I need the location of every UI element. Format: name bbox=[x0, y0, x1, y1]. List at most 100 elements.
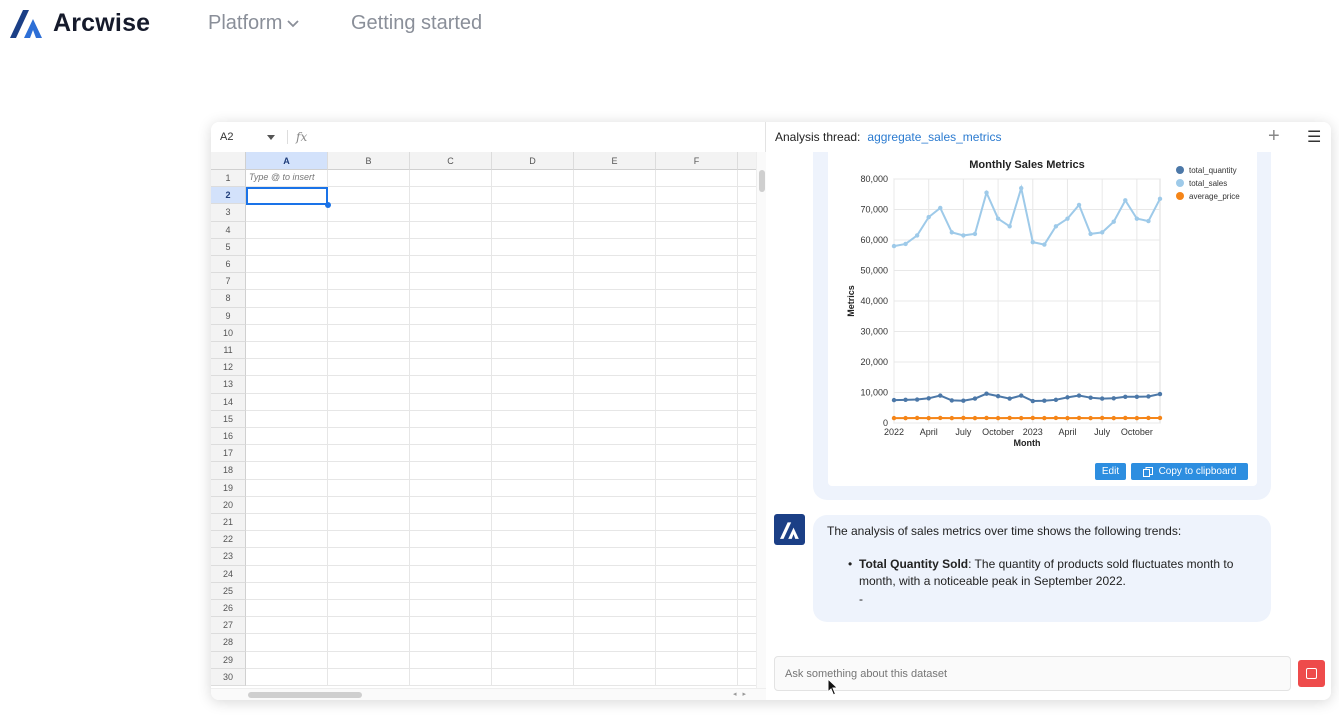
hamburger-menu-icon[interactable]: ☰ bbox=[1307, 127, 1321, 147]
thread-name-link[interactable]: aggregate_sales_metrics bbox=[867, 130, 1001, 144]
data-point-total-quantity bbox=[961, 398, 966, 403]
row-header-28[interactable]: 28 bbox=[211, 634, 246, 652]
cell-reference-value: A2 bbox=[220, 131, 234, 143]
top-nav: Arcwise Platform Getting started bbox=[0, 0, 1339, 50]
chevron-down-icon bbox=[287, 19, 300, 27]
chart-message-card: 0 10,000 20,000 30,000 40,000 50,000 60,000 70,… bbox=[813, 148, 1271, 500]
data-point-average-price bbox=[961, 415, 966, 421]
row-header-2[interactable]: 2 bbox=[211, 187, 246, 205]
row-header-13[interactable]: 13 bbox=[211, 376, 246, 394]
copy-to-clipboard-button[interactable]: Copy to clipboard bbox=[1131, 463, 1248, 480]
data-point-average-price bbox=[1123, 415, 1128, 421]
column-header-b[interactable]: B bbox=[328, 152, 410, 170]
select-all-corner[interactable] bbox=[211, 152, 246, 170]
selected-cell-a2[interactable] bbox=[246, 187, 328, 205]
row-header-30[interactable]: 30 bbox=[211, 668, 246, 686]
data-point-total-quantity bbox=[1134, 394, 1140, 399]
brand-name: Arcwise bbox=[53, 8, 151, 37]
row-header-9[interactable]: 9 bbox=[211, 307, 246, 325]
row-gridline bbox=[246, 427, 756, 428]
column-gridline bbox=[491, 170, 492, 686]
vertical-scrollbar-thumb[interactable] bbox=[759, 170, 765, 192]
data-point-total-sales bbox=[1019, 185, 1024, 191]
row-header-1[interactable]: 1 bbox=[211, 170, 246, 188]
row-header-12[interactable]: 12 bbox=[211, 359, 246, 377]
row-gridline bbox=[246, 667, 756, 669]
row-header-18[interactable]: 18 bbox=[211, 462, 246, 480]
row-header-16[interactable]: 16 bbox=[211, 428, 246, 446]
data-point-total-quantity bbox=[1007, 396, 1012, 401]
y-tick-label: 20,000 bbox=[860, 357, 888, 367]
brand-logo[interactable]: Arcwise bbox=[10, 8, 150, 38]
row-header-3[interactable]: 3 bbox=[211, 204, 246, 222]
y-tick-label: 30,000 bbox=[860, 327, 888, 337]
row-gridline bbox=[246, 581, 756, 583]
assistant-message: The analysis of sales metrics over time … bbox=[813, 515, 1271, 622]
row-header-23[interactable]: 23 bbox=[211, 548, 246, 566]
row-header-20[interactable]: 20 bbox=[211, 496, 246, 514]
row-header-26[interactable]: 26 bbox=[211, 600, 246, 618]
column-header-d[interactable]: D bbox=[492, 152, 574, 170]
nav-link-getting-started-label: Getting started bbox=[351, 12, 483, 34]
data-point-total-sales bbox=[972, 231, 978, 237]
fill-handle[interactable] bbox=[325, 202, 331, 208]
column-header-a[interactable]: A bbox=[246, 152, 328, 170]
row-header-29[interactable]: 29 bbox=[211, 651, 246, 669]
column-header-overflow[interactable] bbox=[738, 152, 756, 170]
row-header-14[interactable]: 14 bbox=[211, 393, 246, 411]
row-header-4[interactable]: 4 bbox=[211, 221, 246, 239]
x-axis-label: Month bbox=[1014, 438, 1041, 448]
scroll-arrow-icons[interactable]: ◂▸ bbox=[733, 690, 752, 698]
column-header-e[interactable]: E bbox=[574, 152, 656, 170]
cell-reference-selector[interactable]: A2 bbox=[211, 131, 281, 143]
row-header-7[interactable]: 7 bbox=[211, 273, 246, 291]
row-gridline bbox=[246, 650, 756, 652]
data-point-total-quantity bbox=[1053, 397, 1059, 403]
column-header-c[interactable]: C bbox=[410, 152, 492, 170]
horizontal-scrollbar-thumb[interactable] bbox=[248, 692, 362, 698]
data-point-average-price bbox=[926, 415, 931, 421]
row-header-11[interactable]: 11 bbox=[211, 342, 246, 360]
stop-button[interactable] bbox=[1298, 660, 1325, 687]
sheet-grid[interactable]: A B C D E F 1 2 3 4 5 6 7 8 9 10 11 12 13 14 15 16 17 18 19 20 21 2… bbox=[211, 152, 756, 688]
row-header-15[interactable]: 15 bbox=[211, 410, 246, 428]
x-tick-label: July bbox=[1094, 427, 1111, 437]
row-gridline bbox=[246, 495, 756, 497]
vertical-scrollbar[interactable] bbox=[756, 152, 766, 688]
row-gridline bbox=[246, 392, 756, 394]
row-gridline bbox=[246, 547, 756, 549]
row-header-6[interactable]: 6 bbox=[211, 256, 246, 274]
x-tick-label: October bbox=[1121, 427, 1153, 437]
x-tick-label: 2023 bbox=[1023, 427, 1043, 437]
row-header-25[interactable]: 25 bbox=[211, 582, 246, 600]
row-header-8[interactable]: 8 bbox=[211, 290, 246, 308]
data-point-total-sales bbox=[961, 233, 966, 238]
row-header-21[interactable]: 21 bbox=[211, 514, 246, 532]
plus-icon[interactable]: + bbox=[1268, 125, 1280, 148]
row-gridline bbox=[246, 289, 756, 291]
data-point-average-price bbox=[995, 415, 1001, 421]
chart-title: Monthly Sales Metrics bbox=[969, 159, 1085, 171]
row-header-17[interactable]: 17 bbox=[211, 445, 246, 463]
arcwise-logo-icon bbox=[10, 10, 42, 38]
nav-link-platform[interactable]: Platform bbox=[208, 12, 300, 35]
column-header-f[interactable]: F bbox=[656, 152, 738, 170]
nav-link-getting-started[interactable]: Getting started bbox=[351, 12, 482, 35]
data-point-total-sales bbox=[1053, 224, 1059, 229]
data-point-total-quantity bbox=[938, 393, 943, 398]
row-header-22[interactable]: 22 bbox=[211, 531, 246, 549]
row-header-5[interactable]: 5 bbox=[211, 238, 246, 256]
row-header-24[interactable]: 24 bbox=[211, 565, 246, 583]
horizontal-scrollbar[interactable]: ◂▸ bbox=[211, 688, 766, 700]
data-point-total-quantity bbox=[1123, 394, 1128, 399]
row-header-19[interactable]: 19 bbox=[211, 479, 246, 497]
edit-chart-button[interactable]: Edit bbox=[1095, 463, 1126, 480]
data-point-total-sales bbox=[1157, 196, 1163, 202]
caret-down-icon bbox=[267, 134, 275, 140]
data-point-total-quantity bbox=[1157, 391, 1163, 397]
data-point-total-sales bbox=[1111, 219, 1116, 224]
legend-label-total-sales: total_sales bbox=[1189, 179, 1227, 188]
ask-input[interactable] bbox=[774, 656, 1291, 691]
row-header-10[interactable]: 10 bbox=[211, 324, 246, 342]
row-header-27[interactable]: 27 bbox=[211, 617, 246, 635]
